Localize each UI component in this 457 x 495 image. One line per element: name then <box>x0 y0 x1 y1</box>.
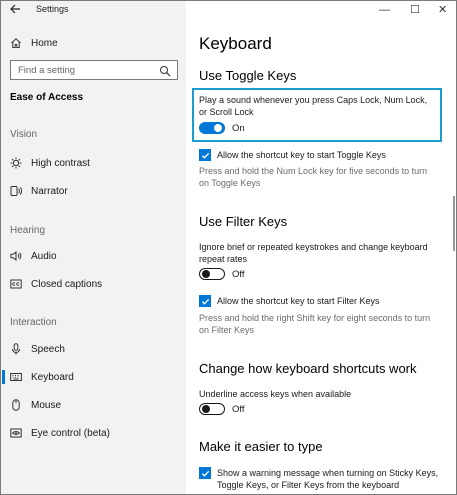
sidebar-item-label: Closed captions <box>31 278 103 290</box>
checkmark-icon <box>201 298 209 305</box>
section-title: Ease of Access <box>10 92 84 103</box>
filter-keys-heading: Use Filter Keys <box>199 214 288 229</box>
page-title: Keyboard <box>199 34 272 53</box>
toggle-keys-heading: Use Toggle Keys <box>199 68 297 83</box>
warning-message-label: Show a warning message when turning on S… <box>217 468 439 490</box>
filter-keys-state: Off <box>232 269 245 280</box>
group-hearing: Hearing <box>10 225 46 236</box>
toggle-keys-state: On <box>232 123 245 134</box>
sidebar-item-label: Narrator <box>31 185 68 197</box>
toggle-keys-shortcut-checkbox[interactable] <box>199 149 211 161</box>
sidebar-item-audio[interactable]: Audio <box>1 244 186 268</box>
minimize-icon[interactable]: — <box>379 5 390 16</box>
typing-heading: Make it easier to type <box>199 439 323 454</box>
toggle-keys-shortcut-label: Allow the shortcut key to start Toggle K… <box>217 150 386 160</box>
narrator-icon <box>10 185 22 197</box>
closed-captions-icon <box>10 278 22 290</box>
scrollbar[interactable] <box>453 196 455 251</box>
toggle-keys-switch[interactable] <box>199 122 225 134</box>
switch-knob <box>214 124 222 132</box>
switch-knob <box>202 405 210 413</box>
sidebar-item-keyboard[interactable]: Keyboard <box>1 365 186 389</box>
sidebar-item-label: Mouse <box>31 399 62 411</box>
switch-knob <box>202 270 210 278</box>
app-title: Settings <box>36 4 69 14</box>
checkmark-icon <box>201 152 209 159</box>
sidebar-item-eye-control[interactable]: Eye control (beta) <box>1 421 186 445</box>
underline-access-keys-switch[interactable] <box>199 403 225 415</box>
sidebar-item-label: Speech <box>31 343 65 355</box>
sidebar-item-home[interactable]: Home <box>1 31 186 55</box>
sidebar-item-mouse[interactable]: Mouse <box>1 393 186 417</box>
search-icon[interactable] <box>159 64 171 77</box>
mouse-icon <box>10 399 22 411</box>
sidebar-item-speech[interactable]: Speech <box>1 337 186 361</box>
keyboard-icon <box>10 371 22 383</box>
underline-access-keys-state: Off <box>232 404 245 415</box>
filter-keys-shortcut-checkbox[interactable] <box>199 295 211 307</box>
eye-control-icon <box>10 427 22 439</box>
sidebar-item-label: Keyboard <box>31 371 74 383</box>
shortcuts-description: Underline access keys when available <box>199 389 352 399</box>
filter-keys-description: Ignore brief or repeated keystrokes and … <box>199 242 428 264</box>
sidebar-item-high-contrast[interactable]: High contrast <box>1 151 186 175</box>
back-arrow-icon[interactable] <box>9 3 25 19</box>
home-icon <box>10 37 22 49</box>
sidebar-item-label: Home <box>31 37 58 49</box>
microphone-icon <box>10 343 22 355</box>
sidebar-item-closed-captions[interactable]: Closed captions <box>1 272 186 296</box>
maximize-icon[interactable]: ☐ <box>410 5 420 16</box>
speaker-icon <box>10 250 22 262</box>
search-placeholder: Find a setting <box>18 65 76 76</box>
main-panel: — ☐ ✕ Keyboard Use Toggle Keys Play a so… <box>186 1 456 494</box>
filter-keys-switch[interactable] <box>199 268 225 280</box>
filter-keys-shortcut-label: Allow the shortcut key to start Filter K… <box>217 296 380 306</box>
sidebar-item-narrator[interactable]: Narrator <box>1 179 186 203</box>
sidebar: Settings Home Find a setting Ease of Acc… <box>1 1 186 494</box>
toggle-keys-description: Play a sound whenever you press Caps Loc… <box>199 95 428 117</box>
toggle-keys-shortcut-hint: Press and hold the Num Lock key for five… <box>199 166 428 188</box>
close-icon[interactable]: ✕ <box>438 5 447 16</box>
shortcuts-heading: Change how keyboard shortcuts work <box>199 361 417 376</box>
search-input[interactable]: Find a setting <box>10 60 178 80</box>
group-interaction: Interaction <box>10 317 57 328</box>
filter-keys-shortcut-hint: Press and hold the right Shift key for e… <box>199 313 431 335</box>
sidebar-item-label: High contrast <box>31 157 90 169</box>
checkmark-icon <box>201 470 209 477</box>
sidebar-item-label: Audio <box>31 250 57 262</box>
sidebar-item-label: Eye control (beta) <box>31 427 110 439</box>
brightness-icon <box>10 157 22 169</box>
group-vision: Vision <box>10 129 38 140</box>
warning-message-checkbox[interactable] <box>199 467 211 479</box>
